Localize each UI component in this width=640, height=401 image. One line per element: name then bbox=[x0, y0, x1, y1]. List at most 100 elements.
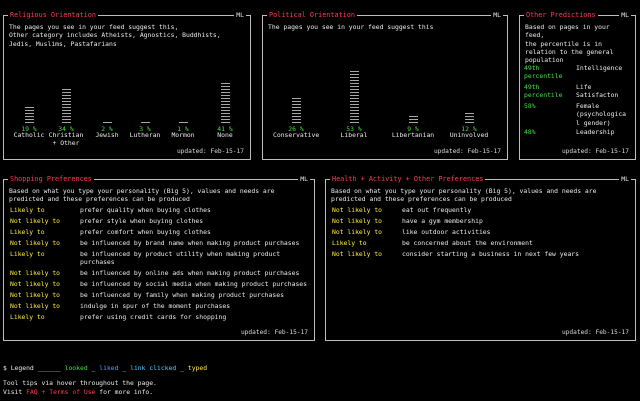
legend-link-clicked: link clicked bbox=[130, 364, 177, 372]
bar-category-label: Libertanian bbox=[391, 131, 435, 139]
religious-orientation-panel: Religious Orientation ML The pages you s… bbox=[3, 11, 251, 160]
likelihood: Not likely to bbox=[10, 217, 61, 225]
health-updated: updated: Feb-15-17 bbox=[561, 328, 629, 336]
bar-column: 1 % bbox=[160, 75, 206, 135]
bar bbox=[409, 114, 418, 123]
bar-category-label: Liberal bbox=[340, 131, 368, 139]
preference-text: have a gym membership bbox=[402, 217, 483, 225]
likelihood: Likely to bbox=[10, 250, 45, 258]
preference-row: Not likely to prefer style when buying cl… bbox=[10, 217, 308, 225]
preference-row: Likely to be concerned about the environm… bbox=[332, 239, 629, 247]
preference-text: be influenced by family when making prod… bbox=[80, 291, 284, 299]
legend: $ Legend ______ looked _ liked _ link cl… bbox=[3, 364, 207, 372]
preference-text: like outdoor activities bbox=[402, 228, 491, 236]
bar-category-label: None bbox=[217, 131, 233, 139]
shopping-preferences-panel: Shopping Preferences ML Based on what yo… bbox=[3, 175, 315, 341]
prediction-value: 49th percentile bbox=[524, 64, 563, 81]
likelihood: Likely to bbox=[10, 206, 45, 214]
ml-badge: ML bbox=[619, 11, 631, 20]
prediction-label: Female (psychologica l gender) bbox=[576, 102, 627, 127]
likelihood: Not likely to bbox=[10, 269, 61, 277]
likelihood: Likely to bbox=[332, 239, 367, 247]
legend-prefix: $ Legend bbox=[3, 364, 34, 372]
legend-line: _ bbox=[91, 364, 96, 372]
likelihood: Not likely to bbox=[332, 206, 383, 214]
legend-line: _ bbox=[122, 364, 127, 372]
likelihood: Not likely to bbox=[10, 302, 61, 310]
preference-text: prefer using credit cards for shopping bbox=[80, 313, 227, 321]
preference-row: Not likely to eat out frequently bbox=[332, 206, 629, 214]
bar-column: 34 % bbox=[43, 75, 89, 135]
health-preferences-panel: Health + Activity + Other Preferences ML… bbox=[325, 175, 636, 341]
bar-category: Liberal bbox=[331, 131, 377, 149]
bar-category: Mormon bbox=[160, 131, 206, 149]
preference-row: Likely to prefer quality when buying clot… bbox=[10, 206, 308, 214]
political-orientation-panel: Political Orientation ML The pages you s… bbox=[262, 11, 508, 160]
shopping-description: Based on what you type your personality … bbox=[9, 187, 275, 204]
bar-column: 41 % bbox=[202, 75, 248, 135]
preference-row: Likely to prefer using credit cards for s… bbox=[10, 313, 308, 321]
bar bbox=[179, 120, 188, 123]
prediction-label: Leadership bbox=[576, 128, 615, 136]
bar-category-label: Conservative bbox=[273, 131, 320, 139]
footer-links-line: Visit FAQ + Terms of Use for more info. bbox=[3, 388, 157, 397]
ml-badge: ML bbox=[234, 11, 246, 20]
bar-column: 12 % bbox=[446, 75, 492, 135]
preference-row: Not likely to be influenced by social med… bbox=[10, 280, 308, 288]
ml-badge: ML bbox=[619, 175, 631, 184]
visit-text: Visit bbox=[3, 388, 23, 396]
legend-liked: liked bbox=[99, 364, 119, 372]
preference-row: Not likely to be influenced by online ads… bbox=[10, 269, 308, 277]
bar bbox=[350, 69, 359, 123]
tooltip-note: Tool tips via hover throughout the page. bbox=[3, 379, 157, 387]
faq-link[interactable]: FAQ bbox=[26, 388, 38, 396]
bar bbox=[292, 96, 301, 123]
likelihood: Not likely to bbox=[332, 250, 383, 258]
bar bbox=[141, 120, 150, 123]
preference-row: Likely to be influenced by product utilit… bbox=[10, 250, 308, 267]
preference-text: indulge in spur of the moment purchases bbox=[80, 302, 231, 310]
prediction-item: 49th percentile Life Satisfacton bbox=[524, 83, 632, 100]
health-description: Based on what you type your personality … bbox=[331, 187, 597, 204]
bar-category-label: Uninvolved bbox=[449, 131, 489, 139]
prediction-item: 48% Leadership bbox=[524, 128, 632, 136]
other-description: Based on pages in your feed, the percent… bbox=[525, 23, 614, 65]
bar bbox=[103, 120, 112, 123]
bar-category-label: Christian + Other bbox=[48, 131, 84, 148]
other-updated: updated: Feb-15-17 bbox=[561, 147, 629, 155]
plus-separator: + bbox=[41, 388, 46, 396]
prediction-item: 49th percentile Intelligence bbox=[524, 64, 632, 81]
preference-text: be influenced by online ads when making … bbox=[80, 269, 300, 277]
religious-description: The pages you see in your feed suggest t… bbox=[9, 23, 221, 48]
bar-category: Uninvolved bbox=[446, 131, 492, 149]
prediction-value: 58% bbox=[524, 102, 536, 110]
health-title: Health + Activity + Other Preferences bbox=[330, 175, 486, 184]
prediction-label: Life Satisfacton bbox=[576, 83, 619, 100]
political-updated: updated: Feb-15-17 bbox=[433, 147, 501, 155]
preference-text: be influenced by product utility when ma… bbox=[80, 250, 281, 267]
preference-row: Not likely to indulge in spur of the mome… bbox=[10, 302, 308, 310]
more-info-text: for more info. bbox=[99, 388, 154, 396]
preference-text: eat out frequently bbox=[402, 206, 472, 214]
bar bbox=[25, 105, 34, 123]
likelihood: Not likely to bbox=[332, 228, 383, 236]
prediction-item: 58% Female (psychologica l gender) bbox=[524, 102, 632, 127]
prediction-label: Intelligence bbox=[576, 64, 623, 72]
preference-row: Likely to prefer comfort when buying clot… bbox=[10, 228, 308, 236]
bar-category: Christian + Other bbox=[43, 131, 89, 149]
legend-line: _ bbox=[180, 364, 184, 372]
religious-title: Religious Orientation bbox=[8, 11, 98, 20]
ml-badge: ML bbox=[298, 175, 310, 184]
prediction-value: 48% bbox=[524, 128, 536, 136]
preference-text: be concerned about the environment bbox=[402, 239, 533, 247]
shopping-title: Shopping Preferences bbox=[8, 175, 94, 184]
terms-of-use-link[interactable]: Terms of Use bbox=[49, 388, 95, 396]
footer: Tool tips via hover throughout the page.… bbox=[3, 379, 157, 397]
preference-row: Not likely to consider starting a busines… bbox=[332, 250, 629, 258]
preference-text: be influenced by brand name when making … bbox=[80, 239, 300, 247]
likelihood: Not likely to bbox=[10, 239, 61, 247]
bar-column: 9 % bbox=[390, 75, 436, 135]
bar-category-label: Mormon bbox=[171, 131, 195, 139]
bar-category: None bbox=[202, 131, 248, 149]
bar-column: 26 % bbox=[273, 75, 319, 135]
